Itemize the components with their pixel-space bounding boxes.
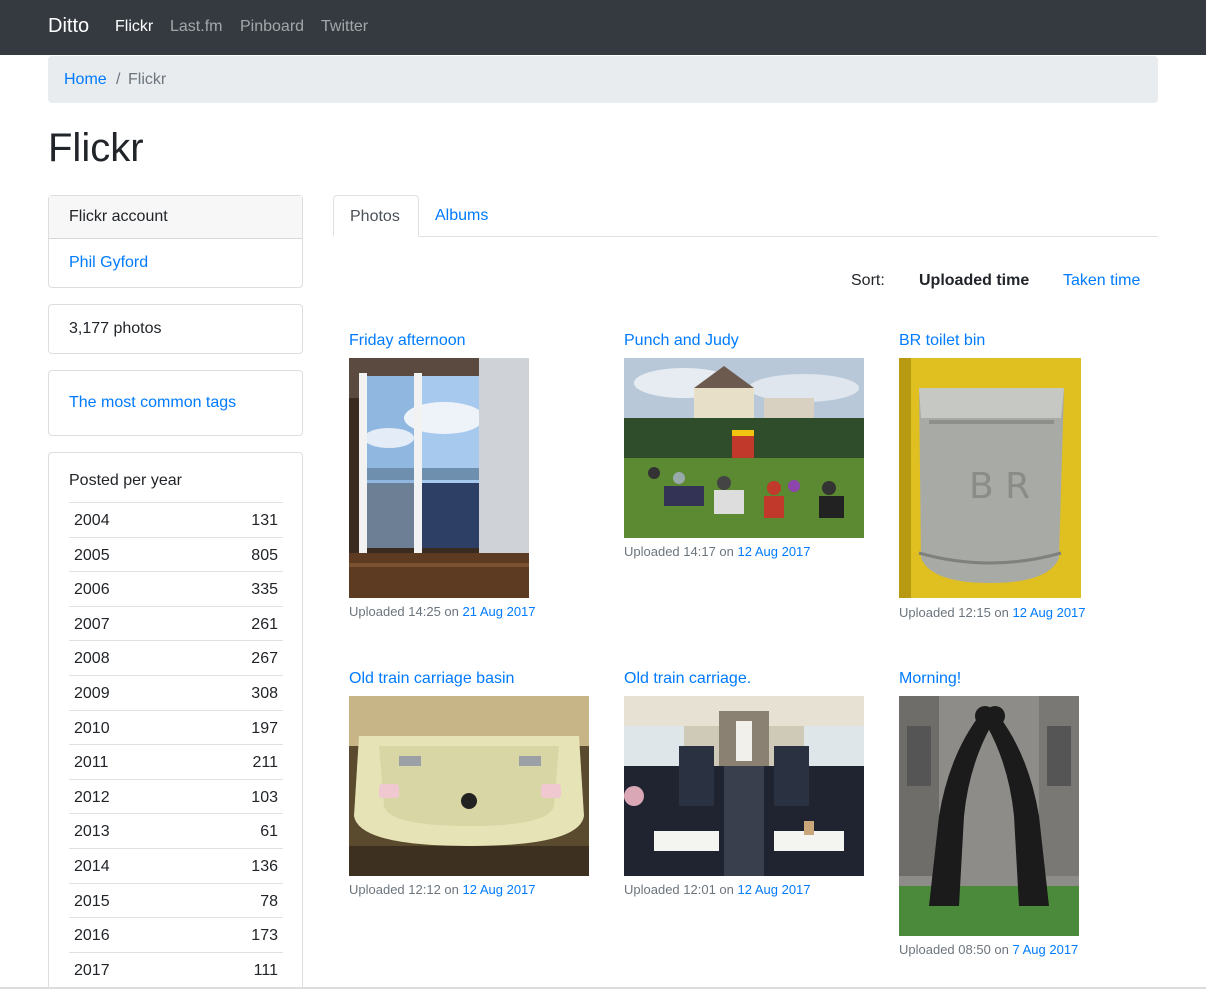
common-tags-link[interactable]: The most common tags	[49, 371, 302, 427]
upload-date-link[interactable]: 21 Aug 2017	[463, 604, 536, 619]
year-label: 2006	[74, 581, 110, 599]
photo-upload-meta: Uploaded 08:50 on 7 Aug 2017	[899, 942, 1078, 957]
year-count: 308	[251, 684, 278, 702]
year-label: 2011	[74, 754, 109, 772]
upload-time-text: Uploaded 12:12 on	[349, 882, 459, 897]
tab-photos[interactable]: Photos	[333, 195, 419, 237]
year-label: 2012	[74, 788, 110, 806]
photo-upload-meta: Uploaded 12:15 on 12 Aug 2017	[899, 605, 1086, 620]
photo-count: 3,177 photos	[69, 320, 162, 337]
sort-taken-time-link[interactable]: Taken time	[1063, 272, 1140, 290]
breadcrumb-home-link[interactable]: Home	[64, 71, 107, 89]
tab-albums[interactable]: Albums	[419, 195, 504, 237]
year-label: 2005	[74, 546, 110, 564]
upload-time-text: Uploaded 12:15 on	[899, 605, 1009, 620]
year-label: 2010	[74, 719, 110, 737]
breadcrumb: Home / Flickr	[48, 56, 1158, 103]
nav-link-twitter[interactable]: Twitter	[321, 18, 368, 36]
tags-card: The most common tags	[48, 370, 303, 436]
years-title: Posted per year	[69, 472, 182, 489]
year-row: 2005 805	[69, 536, 283, 572]
year-count: 261	[251, 615, 278, 633]
photo-upload-meta: Uploaded 14:17 on 12 Aug 2017	[624, 544, 811, 559]
top-navbar: Ditto Flickr Last.fm Pinboard Twitter	[0, 0, 1206, 55]
photo-count-card: 3,177 photos	[48, 304, 303, 354]
photo-thumbnail-friday-afternoon[interactable]	[349, 358, 529, 598]
upload-date-link[interactable]: 12 Aug 2017	[738, 882, 811, 897]
photo-upload-meta: Uploaded 12:01 on 12 Aug 2017	[624, 882, 811, 897]
photo-title[interactable]: Punch and Judy	[624, 332, 739, 350]
year-label: 2007	[74, 615, 110, 633]
year-row: 2017 111	[69, 951, 283, 987]
year-label: 2014	[74, 857, 110, 875]
photo-title[interactable]: Morning!	[899, 670, 961, 688]
year-label: 2015	[74, 892, 110, 910]
year-count: 131	[251, 512, 278, 529]
year-row: 2011 211	[69, 744, 283, 779]
year-count: 78	[260, 892, 278, 910]
year-count: 805	[251, 546, 278, 564]
photo-title[interactable]: Old train carriage.	[624, 670, 751, 688]
year-count: 61	[260, 823, 278, 841]
year-label: 2013	[74, 823, 110, 841]
photo-upload-meta: Uploaded 14:25 on 21 Aug 2017	[349, 604, 536, 619]
year-row: 2015 78	[69, 882, 283, 918]
upload-date-link[interactable]: 12 Aug 2017	[463, 882, 536, 897]
year-count: 173	[251, 927, 278, 945]
year-count: 335	[251, 581, 278, 599]
nav-link-pinboard[interactable]: Pinboard	[240, 18, 304, 36]
upload-date-link[interactable]: 12 Aug 2017	[1013, 605, 1086, 620]
photo-thumbnail-punch-and-judy[interactable]	[624, 358, 864, 538]
year-label: 2017	[74, 961, 110, 979]
year-row: 2010 197	[69, 709, 283, 745]
photo-thumbnail-morning[interactable]	[899, 696, 1079, 936]
photo-thumbnail-br-toilet-bin[interactable]: B R	[899, 358, 1081, 598]
year-count: 211	[252, 754, 278, 772]
account-card-header: Flickr account	[49, 196, 302, 239]
upload-time-text: Uploaded 08:50 on	[899, 942, 1009, 957]
year-label: 2016	[74, 927, 110, 945]
sort-uploaded-time: Uploaded time	[919, 272, 1030, 289]
photo-title[interactable]: BR toilet bin	[899, 332, 985, 350]
svg-text:B R: B R	[969, 466, 1030, 507]
upload-date-link[interactable]: 7 Aug 2017	[1013, 942, 1079, 957]
breadcrumb-separator: /	[116, 71, 121, 88]
year-row: 2007 261	[69, 605, 283, 641]
year-row: 2014 136	[69, 847, 283, 883]
years-table: 2004 131 2005 805 2006 335 2007 261 2008 267 2009 3…	[69, 502, 283, 986]
year-count: 267	[251, 650, 278, 668]
page-title: Flickr	[48, 126, 144, 170]
upload-time-text: Uploaded 12:01 on	[624, 882, 734, 897]
year-row: 2004 131	[69, 502, 283, 537]
year-row: 2006 335	[69, 571, 283, 606]
year-count: 103	[251, 788, 278, 806]
year-row: 2009 308	[69, 674, 283, 710]
photo-title[interactable]: Friday afternoon	[349, 332, 466, 350]
sort-label: Sort:	[851, 272, 885, 289]
photo-upload-meta: Uploaded 12:12 on 12 Aug 2017	[349, 882, 536, 897]
nav-link-flickr[interactable]: Flickr	[115, 18, 153, 36]
photo-title[interactable]: Old train carriage basin	[349, 670, 514, 688]
year-count: 136	[251, 857, 278, 875]
photo-thumbnail-train-carriage-basin[interactable]	[349, 696, 589, 876]
year-count: 111	[253, 961, 278, 979]
account-card: Flickr account Phil Gyford	[48, 195, 303, 288]
upload-date-link[interactable]: 12 Aug 2017	[738, 544, 811, 559]
year-row: 2013 61	[69, 813, 283, 848]
upload-time-text: Uploaded 14:17 on	[624, 544, 734, 559]
year-row: 2016 173	[69, 917, 283, 952]
brand-logo[interactable]: Ditto	[48, 15, 89, 38]
upload-time-text: Uploaded 14:25 on	[349, 604, 459, 619]
year-label: 2004	[74, 512, 110, 529]
year-row: 2008 267	[69, 640, 283, 675]
year-label: 2008	[74, 650, 110, 668]
photo-thumbnail-train-carriage[interactable]	[624, 696, 864, 876]
year-count: 197	[251, 719, 278, 737]
breadcrumb-current: Flickr	[128, 71, 167, 88]
years-card: Posted per year 2004 131 2005 805 2006 335 200…	[48, 452, 303, 989]
nav-link-lastfm[interactable]: Last.fm	[170, 18, 222, 36]
year-row: 2012 103	[69, 778, 283, 814]
year-label: 2009	[74, 684, 110, 702]
account-name-link[interactable]: Phil Gyford	[49, 239, 302, 287]
